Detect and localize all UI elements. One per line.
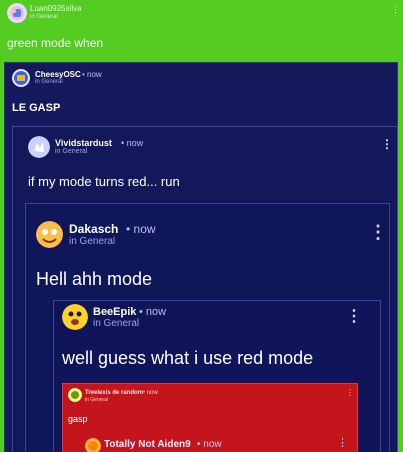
more-options-icon[interactable]: ⋮ <box>381 137 393 151</box>
post-text: LE GASP <box>12 102 61 114</box>
timestamp: • now <box>139 306 167 318</box>
top-bar: Luan0925silva in General ⋮ <box>0 0 403 32</box>
avatar[interactable] <box>85 438 101 452</box>
avatar[interactable] <box>28 136 50 158</box>
author-name[interactable]: CheesyOSC <box>35 70 81 79</box>
post-text: gasp <box>68 414 88 424</box>
avatar[interactable] <box>62 304 88 330</box>
channel-label: in General <box>55 148 88 155</box>
more-options-icon[interactable]: ⋮ <box>369 222 387 243</box>
author-name[interactable]: BeeEpik <box>93 306 136 318</box>
channel-label: in General <box>30 14 58 20</box>
user-avatar[interactable] <box>7 3 27 23</box>
avatar[interactable] <box>12 69 30 87</box>
post-text: if my mode turns red... run <box>28 174 180 189</box>
username[interactable]: Luan0925silva <box>30 4 82 13</box>
post-text: well guess what i use red mode <box>62 348 314 368</box>
more-options-icon[interactable]: ⋮ <box>391 4 400 15</box>
avatar[interactable] <box>36 221 63 248</box>
timestamp: • now <box>126 222 156 236</box>
post-text: Hell ahh mode <box>36 269 153 289</box>
channel-label: in General <box>35 79 63 85</box>
more-options-icon[interactable]: ⋮ <box>346 306 362 326</box>
author-name[interactable]: Dakasch <box>69 222 118 236</box>
avatar[interactable] <box>68 388 82 402</box>
channel-label: in General <box>93 318 140 329</box>
author-name[interactable]: Vividstardust <box>55 138 112 148</box>
timestamp: • now <box>82 70 102 79</box>
author-name[interactable]: Totally Not Aiden9 <box>104 439 191 450</box>
channel-label: in General <box>85 397 109 403</box>
timestamp: • now <box>121 138 144 148</box>
more-options-icon[interactable]: ⋮ <box>337 436 348 449</box>
message-text: green mode when <box>7 36 104 50</box>
channel-label: in General <box>69 236 116 247</box>
author-name[interactable]: Treelexis de random <box>85 390 143 396</box>
timestamp: • now <box>197 439 222 450</box>
more-options-icon[interactable]: ⋮ <box>346 388 354 397</box>
timestamp: • now <box>143 390 158 396</box>
